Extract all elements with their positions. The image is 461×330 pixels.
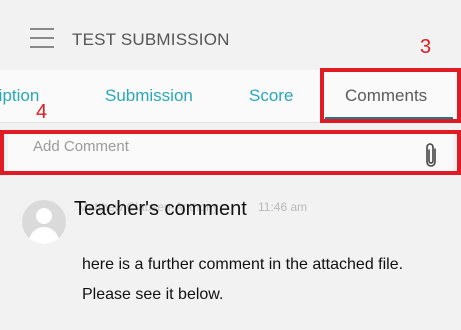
annotation-marker-3: 3 xyxy=(420,36,432,58)
comment-timestamp: 11:46 am xyxy=(258,200,308,214)
add-comment-placeholder: Add Comment xyxy=(33,138,129,155)
default-user-avatar-icon xyxy=(22,200,66,244)
page-title: TEST SUBMISSION xyxy=(72,30,230,49)
tab-comments[interactable]: Comments xyxy=(345,86,427,106)
tab-score[interactable]: Score xyxy=(249,86,293,106)
hamburger-menu-icon[interactable] xyxy=(30,28,54,50)
tab-description[interactable]: ription xyxy=(0,86,39,106)
comment-body: here is a further comment in the attache… xyxy=(82,256,404,303)
paperclip-icon[interactable] xyxy=(422,143,440,174)
comment-heading: Teacher's comment xyxy=(74,198,247,220)
app-bar: TEST SUBMISSION 3 xyxy=(0,0,461,78)
tab-submission[interactable]: Submission xyxy=(105,86,193,106)
add-comment-input[interactable]: Add Comment xyxy=(8,134,453,172)
tab-bar: ription Submission Score Comments xyxy=(0,70,461,123)
active-tab-indicator xyxy=(325,117,453,120)
annotation-marker-4: 4 xyxy=(36,101,48,123)
